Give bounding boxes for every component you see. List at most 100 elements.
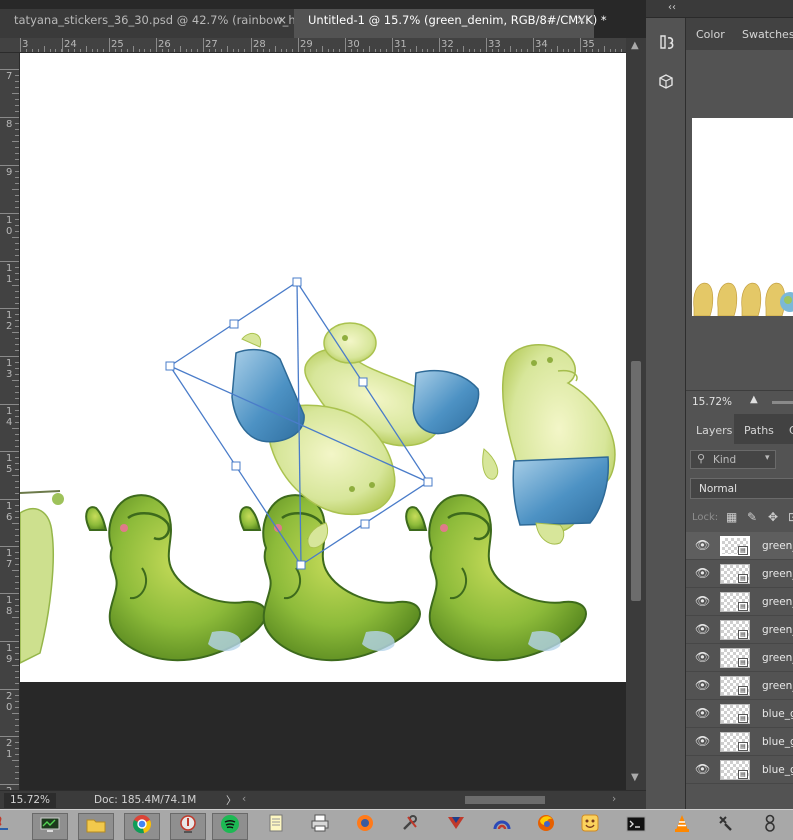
ruler-tick: [20, 38, 21, 52]
tab-tatyana-stickers[interactable]: tatyana_stickers_36_30.psd @ 42.7% (rain…: [0, 9, 307, 38]
layer-name[interactable]: blue_g: [762, 708, 793, 720]
layer-row[interactable]: 👁 ▤ blue_g: [686, 756, 793, 784]
eye-icon[interactable]: 👁: [695, 678, 710, 692]
layer-row[interactable]: 👁 ▤ green_: [686, 532, 793, 560]
lock-transparent-pixels-icon[interactable]: ▦: [726, 510, 737, 524]
eye-icon[interactable]: 👁: [695, 650, 710, 664]
navigator-preview[interactable]: [692, 118, 793, 316]
vlc-icon[interactable]: [664, 813, 700, 840]
chrome-icon[interactable]: [124, 813, 160, 840]
ruler-tick-label: 2: [6, 321, 13, 332]
tab-channels[interactable]: C: [789, 424, 793, 437]
eye-icon[interactable]: 👁: [695, 706, 710, 720]
image-viewer-icon[interactable]: [170, 813, 206, 840]
3d-cube-icon[interactable]: [656, 72, 678, 94]
transform-handle[interactable]: [231, 461, 241, 471]
vertical-ruler[interactable]: 78910111213141516171819202122: [0, 53, 20, 790]
java-icon[interactable]: [0, 813, 12, 840]
scroll-left-icon[interactable]: ‹: [242, 793, 246, 805]
plug-app-icon[interactable]: [708, 813, 744, 840]
eye-icon[interactable]: 👁: [695, 622, 710, 636]
ruler-tick: [0, 784, 19, 785]
vertical-scrollbar[interactable]: ▲ ▼: [626, 38, 646, 790]
history-icon[interactable]: [656, 32, 678, 54]
blend-mode-select[interactable]: Normal: [690, 478, 793, 499]
navigator-zoom-slider[interactable]: [772, 401, 793, 404]
transform-handle[interactable]: [296, 560, 306, 570]
close-icon[interactable]: ×: [277, 13, 287, 27]
layer-name[interactable]: green_: [762, 596, 793, 608]
layer-row[interactable]: 👁 ▤ blue_g: [686, 700, 793, 728]
layer-row[interactable]: 👁 ▤ green_: [686, 616, 793, 644]
ruler-tick-label: 30: [347, 39, 360, 50]
document-tab-bar: tatyana_stickers_36_30.psd @ 42.7% (rain…: [0, 0, 646, 38]
firefox-icon[interactable]: [528, 813, 564, 840]
notepad-icon[interactable]: [258, 813, 294, 840]
spotify-icon[interactable]: [212, 813, 248, 840]
close-icon[interactable]: ×: [576, 13, 586, 27]
ruler-minor-tick: [12, 760, 19, 761]
scroll-down-icon[interactable]: ▼: [631, 772, 639, 783]
layer-name[interactable]: green_: [762, 568, 793, 580]
vpn-app-icon[interactable]: [484, 813, 520, 840]
steam-app-icon[interactable]: [752, 813, 788, 840]
ruler-tick: [533, 38, 534, 52]
layer-name[interactable]: blue_g: [762, 764, 793, 776]
layer-row[interactable]: 👁 ▤ green_: [686, 672, 793, 700]
layer-filter-kind[interactable]: ⚲ Kind ▾: [690, 450, 776, 469]
smiley-app-icon[interactable]: [572, 813, 608, 840]
layer-name[interactable]: green_: [762, 652, 793, 664]
scroll-right-icon[interactable]: ›: [612, 793, 616, 805]
transform-handle[interactable]: [165, 361, 175, 371]
transform-handle[interactable]: [423, 477, 433, 487]
zoom-level-field[interactable]: 15.72%: [4, 793, 56, 808]
ruler-minor-tick: [462, 46, 464, 52]
horizontal-ruler[interactable]: 3 24 25 26 27 28 29 30 31 32 33 34 35: [0, 38, 626, 53]
tab-paths[interactable]: Paths: [744, 424, 774, 437]
lock-artboard-icon[interactable]: ⊡: [788, 510, 793, 524]
transform-handle[interactable]: [292, 277, 302, 287]
layer-row[interactable]: 👁 ▤ green_: [686, 588, 793, 616]
eye-icon[interactable]: 👁: [695, 594, 710, 608]
command-prompt-icon[interactable]: [618, 813, 654, 840]
transform-handle[interactable]: [360, 519, 370, 529]
ruler-minor-tick: [12, 475, 19, 476]
flag-app-icon[interactable]: [438, 813, 474, 840]
eye-icon[interactable]: 👁: [695, 762, 710, 776]
layer-name[interactable]: green_: [762, 680, 793, 692]
layer-name[interactable]: green_: [762, 624, 793, 636]
mountain-small-icon[interactable]: ▲: [750, 394, 758, 405]
eye-icon[interactable]: 👁: [695, 566, 710, 580]
layer-row[interactable]: 👁 ▤ green_: [686, 560, 793, 588]
tab-color[interactable]: Color: [696, 28, 725, 41]
printer-icon[interactable]: [302, 813, 338, 840]
tab-layers[interactable]: Layers: [696, 424, 732, 437]
status-menu-arrow[interactable]: 〉: [226, 793, 237, 808]
eye-icon[interactable]: 👁: [695, 734, 710, 748]
transform-handle[interactable]: [229, 319, 239, 329]
tab-swatches[interactable]: Swatches: [742, 28, 793, 41]
eye-icon[interactable]: 👁: [695, 538, 710, 552]
layer-name[interactable]: blue_g: [762, 736, 793, 748]
navigator-zoom-value[interactable]: 15.72%: [692, 396, 732, 408]
canvas-area[interactable]: [20, 53, 626, 790]
layer-row[interactable]: 👁 ▤ green_: [686, 644, 793, 672]
horizontal-scrollbar[interactable]: ‹ ›: [240, 793, 626, 808]
ruler-tick: [0, 261, 19, 262]
scrollbar-thumb[interactable]: [631, 361, 641, 601]
scrollbar-thumb[interactable]: [465, 796, 545, 804]
scroll-up-icon[interactable]: ▲: [631, 40, 639, 51]
layer-name[interactable]: green_: [762, 540, 793, 552]
collapse-panels-button[interactable]: ‹‹: [668, 2, 676, 13]
tools-icon[interactable]: [392, 813, 428, 840]
lock-image-pixels-icon[interactable]: ✎: [747, 510, 757, 524]
monitor-app-icon[interactable]: [32, 813, 68, 840]
folder-icon[interactable]: [78, 813, 114, 840]
lock-position-icon[interactable]: ✥: [768, 510, 778, 524]
transform-handle[interactable]: [358, 377, 368, 387]
firefox-orange-icon[interactable]: [347, 813, 383, 840]
document-canvas[interactable]: [20, 53, 626, 682]
tab-untitled-1[interactable]: Untitled-1 @ 15.7% (green_denim, RGB/8#/…: [294, 9, 607, 38]
ruler-tick-label: 1: [6, 274, 13, 285]
layer-row[interactable]: 👁 ▤ blue_g: [686, 728, 793, 756]
